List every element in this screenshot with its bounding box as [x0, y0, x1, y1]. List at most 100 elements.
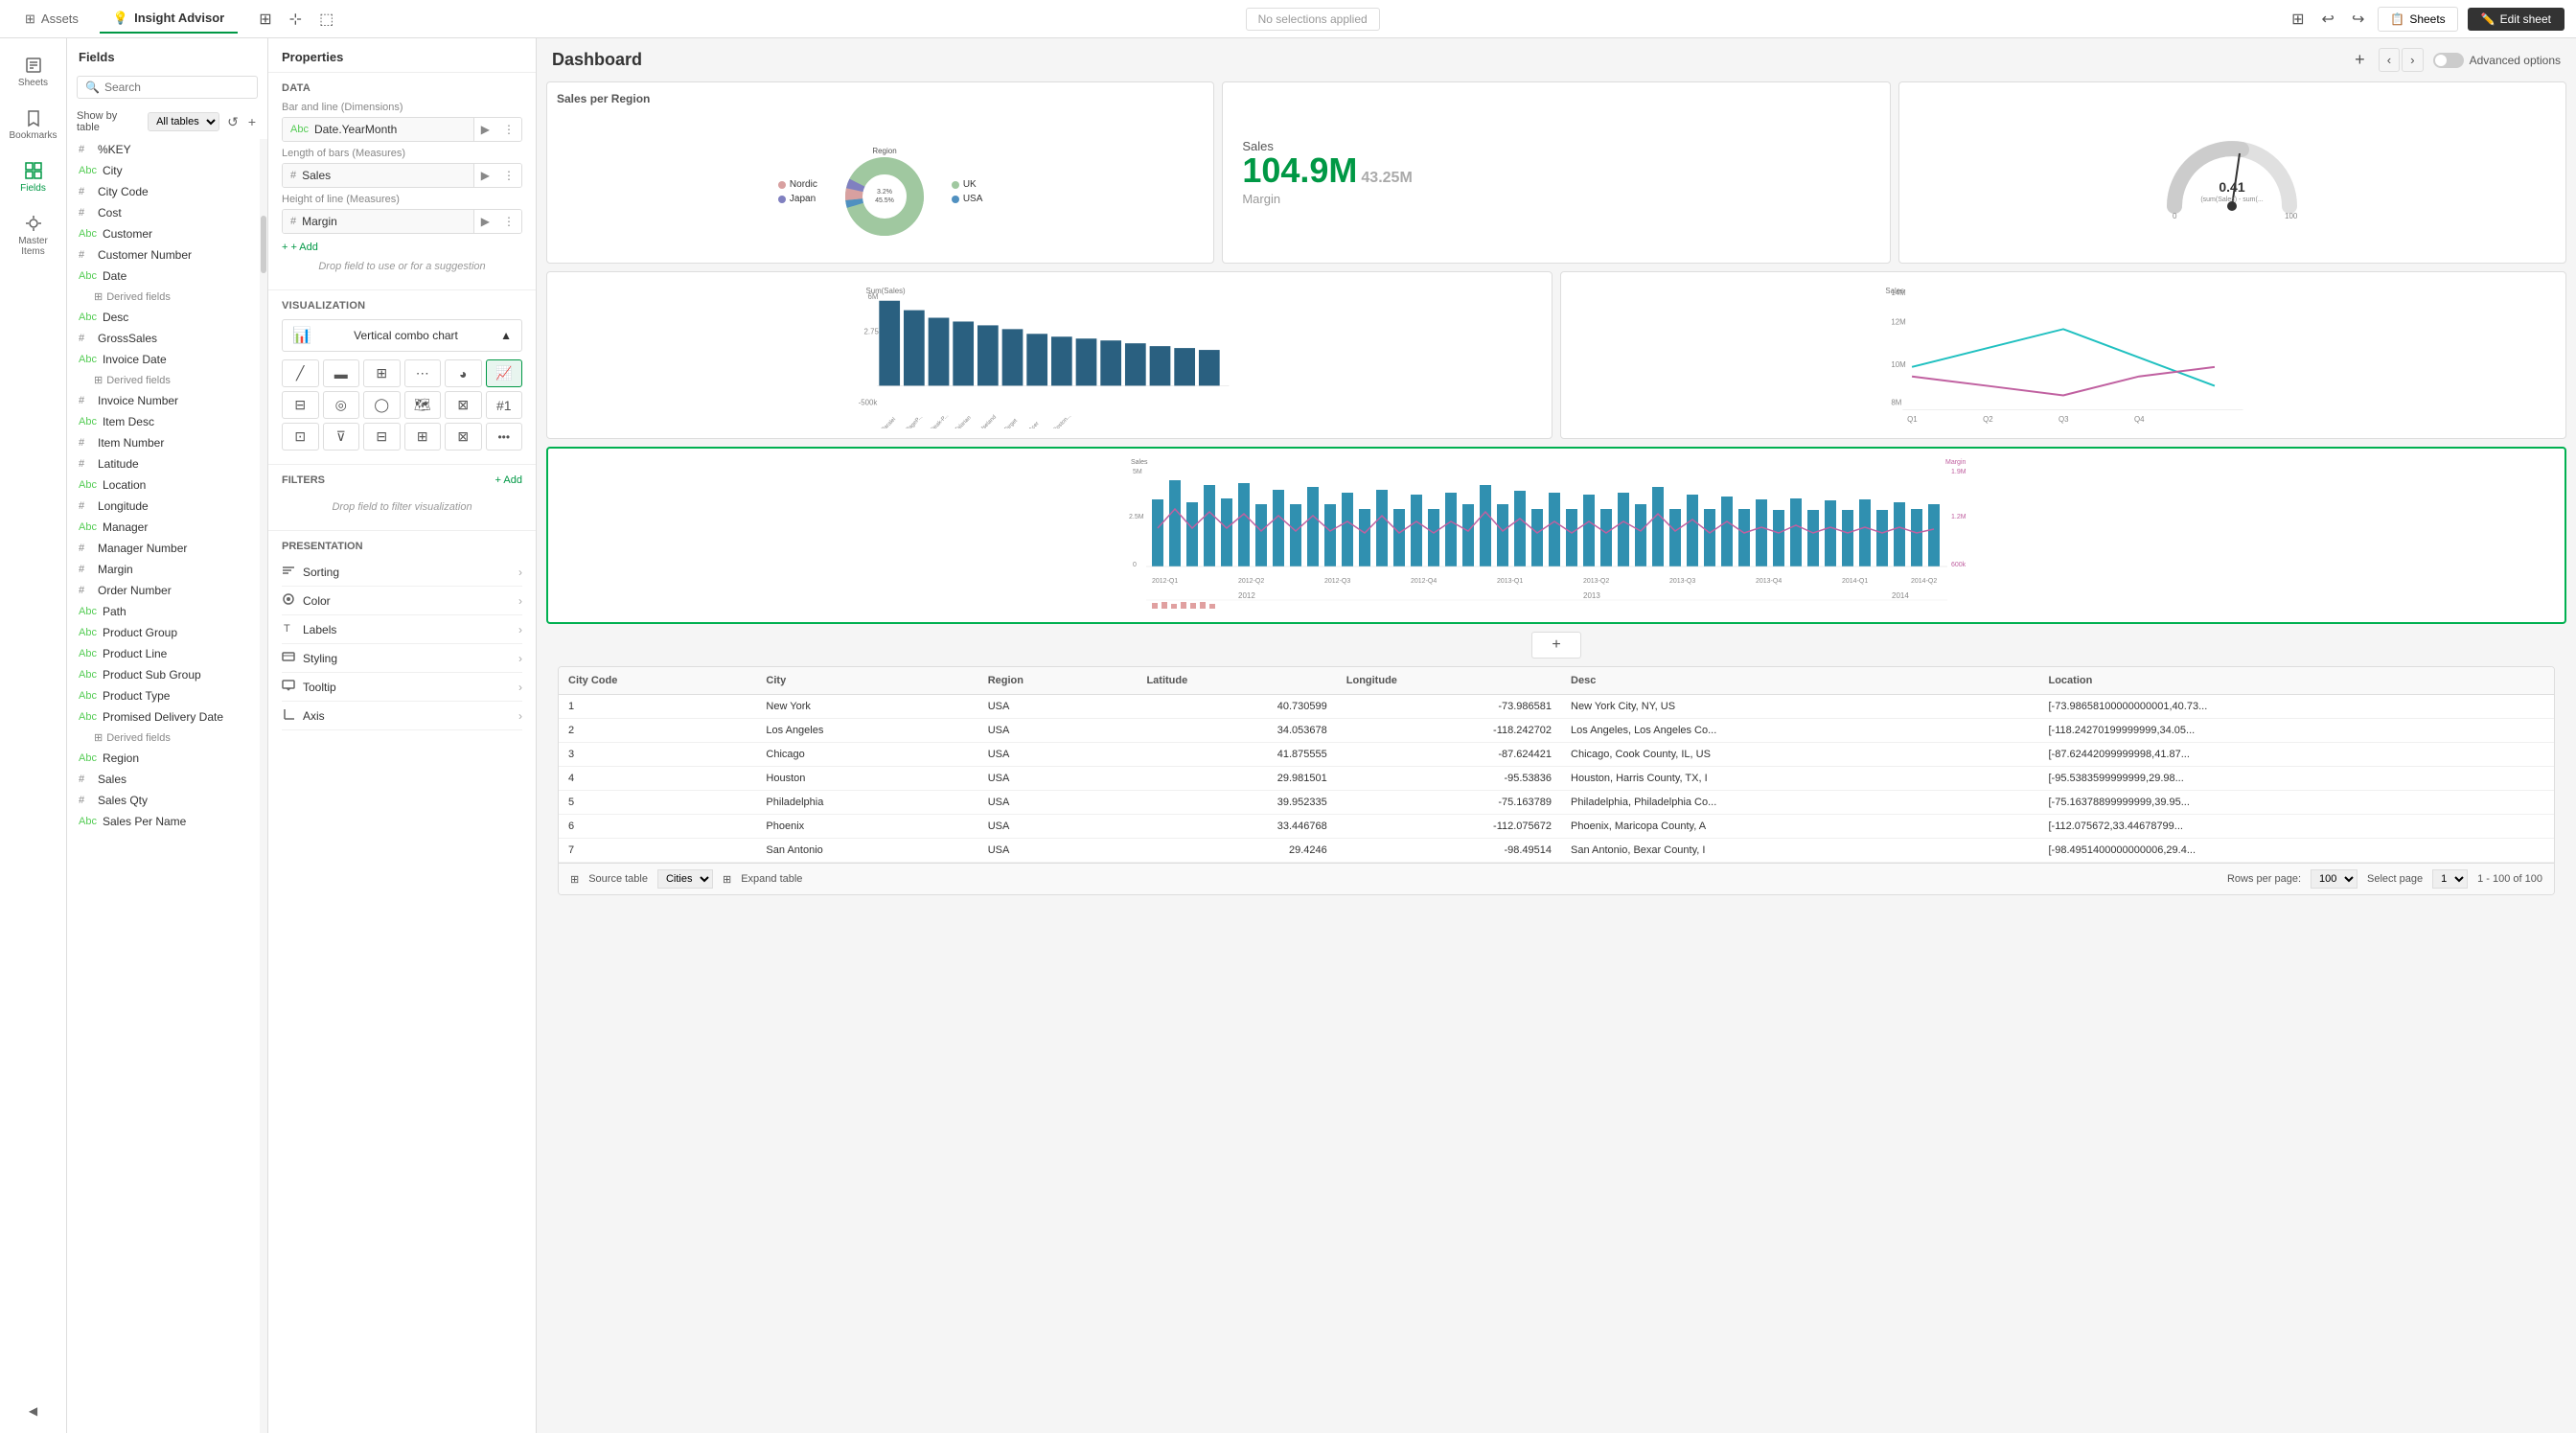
field-item-desc[interactable]: AbcDesc	[67, 307, 260, 328]
field-item-date[interactable]: AbcDate	[67, 266, 260, 287]
field-item-promised-delivery[interactable]: AbcPromised Delivery Date	[67, 706, 260, 728]
rows-per-page-select[interactable]: 100	[2311, 869, 2358, 889]
field-item-latitude[interactable]: #Latitude	[67, 453, 260, 474]
field-item-invoice-date[interactable]: AbcInvoice Date	[67, 349, 260, 370]
viz-waterfall-btn[interactable]: ⊟	[363, 423, 401, 451]
viz-treemap-btn[interactable]: ⊞	[363, 359, 401, 387]
next-arrow[interactable]: ›	[2402, 48, 2423, 72]
viz-gauge-btn[interactable]: ◎	[323, 391, 360, 419]
insight-advisor-tab[interactable]: 💡 Insight Advisor	[100, 5, 238, 34]
col-location[interactable]: Location	[2038, 667, 2554, 695]
field-item-margin[interactable]: #Margin	[67, 559, 260, 580]
viz-table-btn[interactable]: ⊟	[282, 391, 319, 419]
sidebar-item-sheets[interactable]: Sheets	[4, 48, 63, 96]
field-item-product-sub-group[interactable]: AbcProduct Sub Group	[67, 664, 260, 685]
table-select[interactable]: All tables	[148, 112, 219, 131]
margin-expand-btn[interactable]: ▶	[474, 210, 496, 233]
pres-item-labels[interactable]: T Labels ›	[282, 615, 522, 644]
field-item-invoice-number[interactable]: #Invoice Number	[67, 390, 260, 411]
collapse-btn[interactable]: ◀	[23, 1398, 43, 1423]
sheets-button[interactable]: 📋 Sheets	[2378, 7, 2457, 32]
field-item-manager[interactable]: AbcManager	[67, 517, 260, 538]
sidebar-item-fields[interactable]: Fields	[4, 153, 63, 201]
field-item-cost[interactable]: #Cost	[67, 202, 260, 223]
viz-pivot-btn[interactable]: ⊠	[445, 391, 482, 419]
field-item-item-desc[interactable]: AbcItem Desc	[67, 411, 260, 432]
field-item-manager-number[interactable]: #Manager Number	[67, 538, 260, 559]
field-item-product-line[interactable]: AbcProduct Line	[67, 643, 260, 664]
dim-expand-btn[interactable]: ▶	[474, 118, 496, 141]
col-region[interactable]: Region	[978, 667, 1138, 695]
viz-map-btn[interactable]: 🗺	[404, 391, 442, 419]
viz-pie-btn[interactable]: ◕	[445, 359, 482, 387]
undo-btn[interactable]: ↩	[2318, 6, 2338, 33]
col-latitude[interactable]: Latitude	[1137, 667, 1336, 695]
measure-sales-row[interactable]: # Sales ▶ ⋮	[282, 163, 522, 188]
add-sheet-btn[interactable]: +	[2351, 46, 2369, 74]
table-scroll[interactable]: City Code City Region Latitude Longitude…	[559, 667, 2554, 863]
viz-box-btn[interactable]: ⊞	[404, 423, 442, 451]
measure-margin-row[interactable]: # Margin ▶ ⋮	[282, 209, 522, 234]
sales-menu-btn[interactable]: ⋮	[496, 164, 521, 187]
field-item-sales-qty[interactable]: #Sales Qty	[67, 790, 260, 811]
col-desc[interactable]: Desc	[1561, 667, 2038, 695]
prev-arrow[interactable]: ‹	[2379, 48, 2400, 72]
field-item-derived-1[interactable]: ⊞ Derived fields	[67, 287, 260, 307]
selection-icon-btn[interactable]: ⬚	[315, 6, 337, 33]
dim-menu-btn[interactable]: ⋮	[496, 118, 521, 141]
advanced-toggle-switch[interactable]	[2433, 53, 2464, 68]
field-item-product-type[interactable]: AbcProduct Type	[67, 685, 260, 706]
field-item-path[interactable]: AbcPath	[67, 601, 260, 622]
pres-item-color[interactable]: Color ›	[282, 587, 522, 615]
field-item-sales[interactable]: #Sales	[67, 769, 260, 790]
fields-search-input[interactable]	[104, 81, 253, 94]
grid-layout-btn[interactable]: ⊞	[2288, 6, 2308, 33]
edit-sheet-button[interactable]: ✏️ Edit sheet	[2468, 8, 2564, 31]
pres-item-styling[interactable]: Styling ›	[282, 644, 522, 673]
pres-item-tooltip[interactable]: Tooltip ›	[282, 673, 522, 702]
sidebar-item-bookmarks[interactable]: Bookmarks	[4, 101, 63, 149]
field-item-derived-3[interactable]: ⊞ Derived fields	[67, 728, 260, 748]
viz-more-btn[interactable]: •••	[486, 423, 523, 451]
refresh-btn[interactable]: ↺	[225, 112, 241, 132]
dim-field-row[interactable]: Abc Date.YearMonth ▶ ⋮	[282, 117, 522, 142]
fields-search-box[interactable]: 🔍	[77, 76, 258, 99]
field-item-longitude[interactable]: #Longitude	[67, 496, 260, 517]
pres-item-axis[interactable]: Axis ›	[282, 702, 522, 730]
source-table-select[interactable]: Cities	[657, 869, 713, 889]
add-chart-btn[interactable]: +	[1531, 632, 1580, 659]
viz-bar-btn[interactable]: ▬	[323, 359, 360, 387]
field-item-item-number[interactable]: #Item Number	[67, 432, 260, 453]
viz-type-selector[interactable]: 📊 Vertical combo chart ▲	[282, 319, 522, 352]
add-field-btn[interactable]: + + Add	[282, 242, 318, 253]
field-item-city-code[interactable]: #City Code	[67, 181, 260, 202]
field-item-city[interactable]: AbcCity	[67, 160, 260, 181]
field-item-sales-per-name[interactable]: AbcSales Per Name	[67, 811, 260, 832]
sidebar-item-master-items[interactable]: Master Items	[4, 206, 63, 265]
field-item-customer-number[interactable]: #Customer Number	[67, 244, 260, 266]
pres-item-sorting[interactable]: Sorting ›	[282, 558, 522, 587]
viz-donut-btn[interactable]: ◯	[363, 391, 401, 419]
col-longitude[interactable]: Longitude	[1337, 667, 1561, 695]
select-page-select[interactable]: 1	[2432, 869, 2468, 889]
add-filter-btn[interactable]: + Add	[495, 474, 522, 486]
grid-icon-btn[interactable]: ⊞	[255, 6, 275, 33]
field-item-pct-key[interactable]: #%KEY	[67, 139, 260, 160]
cursor-icon-btn[interactable]: ⊹	[286, 6, 306, 33]
redo-btn[interactable]: ↪	[2348, 6, 2368, 33]
viz-line-btn[interactable]: ╱	[282, 359, 319, 387]
viz-funnel-btn[interactable]: ⊽	[323, 423, 360, 451]
col-city-code[interactable]: City Code	[559, 667, 756, 695]
viz-dist-btn[interactable]: ⊠	[445, 423, 482, 451]
field-item-order-number[interactable]: #Order Number	[67, 580, 260, 601]
viz-bullet-btn[interactable]: ⊡	[282, 423, 319, 451]
field-item-derived-2[interactable]: ⊞ Derived fields	[67, 370, 260, 390]
col-city[interactable]: City	[756, 667, 978, 695]
field-item-region[interactable]: AbcRegion	[67, 748, 260, 769]
field-item-customer[interactable]: AbcCustomer	[67, 223, 260, 244]
margin-menu-btn[interactable]: ⋮	[496, 210, 521, 233]
add-field-btn[interactable]: +	[246, 112, 258, 131]
field-item-grosssales[interactable]: #GrossSales	[67, 328, 260, 349]
assets-tab[interactable]: ⊞ Assets	[12, 6, 92, 33]
field-item-product-group[interactable]: AbcProduct Group	[67, 622, 260, 643]
